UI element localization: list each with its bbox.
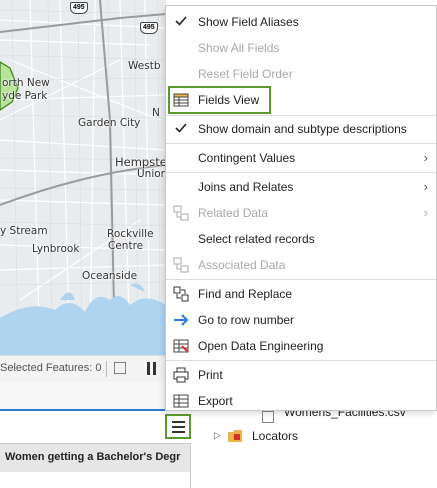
interstate-shield-icon: 495 [140,22,158,34]
menu-item-label: Export [198,394,233,408]
column-header[interactable]: Women getting a Bachelor's Degr [5,451,185,463]
menu-item-print[interactable]: Print [166,362,436,388]
print-icon [173,367,189,383]
menu-item-label: Open Data Engineering [198,339,324,353]
map-label: Oceanside [82,270,138,282]
menu-item-label: Show All Fields [198,41,280,55]
associated-data-icon [173,257,189,273]
map-label: Centre [108,240,144,252]
attribute-table-header: Women getting a Bachelor's Degr [0,443,191,473]
menu-item-label: Find and Replace [198,287,293,301]
map-label: Lynbrook [32,243,80,255]
map-label: y Stream [0,225,48,237]
map-label: orth New [2,77,50,89]
menu-item-joins-and-relates[interactable]: Joins and Relates › [166,174,436,200]
menu-separator [166,360,436,361]
expand-arrow-icon[interactable]: ▷ [214,430,221,441]
menu-separator [166,279,436,280]
menu-item-show-field-aliases[interactable]: Show Field Aliases [166,9,436,35]
menu-item-label: Print [198,368,223,382]
map-view[interactable]: 495 495 orth New yde Park Garden City He… [0,0,166,355]
catalog-item-locators[interactable]: ▷ Locators [214,428,414,446]
menu-item-label: Show Field Aliases [198,15,299,29]
menu-item-select-related-records[interactable]: Select related records [166,226,436,252]
menu-item-export[interactable]: Export [166,388,436,414]
submenu-arrow-icon: › [423,179,428,194]
checkmark-icon [175,123,187,133]
submenu-arrow-icon: › [423,150,428,165]
menu-separator [166,143,436,144]
data-engineering-icon [173,339,189,353]
export-table-icon [173,394,189,408]
map-label: Unior [137,168,165,180]
clear-selection-icon[interactable] [114,362,126,374]
catalog-item-label: Locators [252,429,299,443]
map-status-bar: Selected Features: 0 [0,355,166,382]
folder-icon [228,430,242,442]
highlight-frame [168,86,271,114]
table-toolbar [0,382,166,409]
menu-item-related-data[interactable]: Related Data › [166,200,436,226]
pause-drawing-icon[interactable] [146,362,158,375]
menu-item-label: Reset Field Order [198,67,293,81]
menu-item-show-domain-descriptions[interactable]: Show domain and subtype descriptions [166,116,436,142]
menu-item-label: Contingent Values [198,151,296,165]
map-label: yde Park [2,90,48,102]
related-data-icon [173,205,189,221]
menu-item-reset-field-order[interactable]: Reset Field Order [166,61,436,87]
submenu-arrow-icon: › [423,205,428,220]
map-label: Garden City [78,117,141,129]
map-label: Hempstead [115,155,166,169]
menu-item-find-and-replace[interactable]: Find and Replace [166,281,436,307]
table-options-menu-button[interactable] [165,414,191,439]
menu-item-label: Joins and Relates [198,180,294,194]
table-row[interactable] [0,472,190,488]
menu-item-contingent-values[interactable]: Contingent Values › [166,145,436,171]
menu-item-show-all-fields[interactable]: Show All Fields [166,35,436,61]
menu-separator [166,172,436,173]
menu-item-go-to-row-number[interactable]: Go to row number [166,307,436,333]
map-label: N [152,107,160,119]
map-label: Rockville [107,228,154,240]
menu-item-label: Select related records [198,232,315,246]
map-label: Westb [128,60,161,72]
arrow-right-icon [174,314,189,326]
menu-item-label: Associated Data [198,258,286,272]
divider [106,361,107,377]
checkmark-icon [175,16,187,26]
menu-item-label: Related Data [198,206,269,220]
active-view-indicator [0,409,166,411]
selected-features-count: Selected Features: 0 [0,362,102,374]
find-replace-icon [173,286,189,302]
menu-item-label: Show domain and subtype descriptions [198,122,407,136]
menu-item-label: Go to row number [198,313,295,327]
menu-item-associated-data[interactable]: Associated Data [166,252,436,278]
table-options-context-menu: Show Field Aliases Show All Fields Reset… [165,5,437,411]
menu-item-open-data-engineering[interactable]: Open Data Engineering [166,333,436,359]
interstate-shield-icon: 495 [70,2,88,14]
